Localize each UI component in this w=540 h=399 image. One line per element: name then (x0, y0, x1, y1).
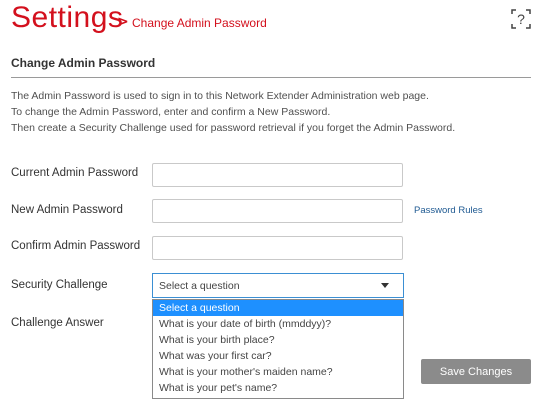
current-password-label: Current Admin Password (11, 167, 139, 179)
confirm-password-label: Confirm Admin Password (11, 240, 141, 252)
security-challenge-label: Security Challenge (11, 279, 108, 291)
new-password-label: New Admin Password (11, 204, 123, 216)
security-challenge-select[interactable]: Select a question (152, 273, 404, 298)
section-divider (11, 77, 531, 78)
challenge-answer-label: Challenge Answer (11, 317, 104, 329)
confirm-password-input[interactable] (152, 236, 403, 260)
save-changes-button[interactable]: Save Changes (421, 359, 531, 384)
dropdown-option[interactable]: What is your mother's maiden name? (153, 364, 403, 380)
intro-line-2: To change the Admin Password, enter and … (11, 106, 331, 118)
help-question-icon-graphic: ? (511, 9, 531, 29)
password-rules-link[interactable]: Password Rules (414, 205, 483, 216)
intro-text: The Admin Password is used to sign in to… (11, 88, 455, 136)
current-password-input[interactable] (152, 163, 403, 187)
section-title: Change Admin Password (11, 56, 156, 70)
help-question-icon[interactable]: ? (510, 8, 532, 30)
dropdown-option[interactable]: What is your birth place? (153, 332, 403, 348)
security-challenge-selected-value: Select a question (159, 280, 240, 292)
page-title: Settings (11, 1, 124, 34)
chevron-down-icon (381, 283, 389, 288)
new-password-input[interactable] (152, 199, 403, 223)
security-challenge-dropdown: Select a question What is your date of b… (152, 299, 404, 399)
dropdown-option[interactable]: What was your first car? (153, 348, 403, 364)
breadcrumb: Change Admin Password (132, 16, 267, 30)
breadcrumb-separator: > (117, 14, 129, 30)
help-question-mark: ? (517, 11, 525, 27)
dropdown-option[interactable]: Select a question (153, 300, 403, 316)
dropdown-option[interactable]: What is your date of birth (mmddyy)? (153, 316, 403, 332)
dropdown-option[interactable]: What is your pet's name? (153, 380, 403, 396)
settings-page: Settings > Change Admin Password ? Chang… (0, 0, 540, 399)
intro-line-1: The Admin Password is used to sign in to… (11, 90, 429, 102)
intro-line-3: Then create a Security Challenge used fo… (11, 122, 456, 134)
